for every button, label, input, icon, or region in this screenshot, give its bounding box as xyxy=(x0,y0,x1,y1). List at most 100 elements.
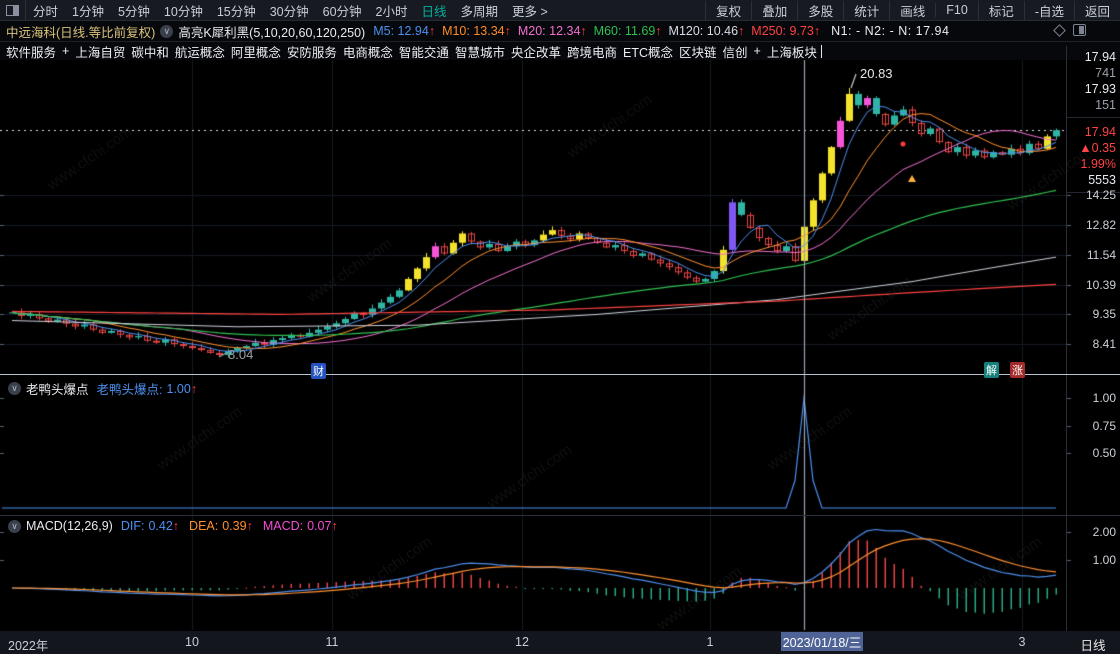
signal-value-label: 老鸭头爆点: xyxy=(96,383,163,397)
layout-icon[interactable] xyxy=(0,0,26,21)
price-change: ▲0.35 xyxy=(1079,141,1116,155)
macd-axis-label: 2.00 xyxy=(1092,525,1116,539)
quote-value: 741 xyxy=(1095,66,1116,80)
concept-plus: + xyxy=(753,44,761,58)
up-arrow-icon: ↑ xyxy=(331,519,338,533)
concept-bar: 软件服务 + 上海自贸 碳中和 航运概念 阿里概念 安防服务 电商概念 智能交通 智慧城市 央企改革… xyxy=(0,42,1120,60)
text-caret xyxy=(820,44,822,58)
period-tab-2小时[interactable]: 2小时 xyxy=(369,1,415,20)
toolbar-button-复权[interactable]: 复权 xyxy=(705,0,751,20)
concept-link-软件服务[interactable]: 软件服务 xyxy=(6,42,56,61)
collapse-icon[interactable]: ∨ xyxy=(8,382,21,395)
toolbar-buttons: 复权 叠加 多股 统计 画线 F10 标记 -自选 返回 xyxy=(705,0,1120,21)
quote-separator xyxy=(1067,117,1120,118)
signal-panel-divider[interactable] xyxy=(0,515,1120,516)
ma-readout-M20: M20: 12.34↑ xyxy=(517,24,587,38)
toolbar-button--自选[interactable]: -自选 xyxy=(1023,0,1074,20)
time-axis-label: 3 xyxy=(1018,635,1026,649)
time-axis-label: 2022年 xyxy=(8,639,49,653)
price-axis-label: 9.35 xyxy=(1092,307,1116,322)
period-tabs: 分时 1分钟 5分钟 10分钟 15分钟 30分钟 60分钟 2小时 日线 多周期 更多 > xyxy=(26,1,555,20)
concept-link-智慧城市[interactable]: 智慧城市 xyxy=(455,42,505,61)
concept-plus: + xyxy=(62,44,70,58)
ma-values: M5: 12.94↑ M10: 13.34↑ M20: 12.34↑ M60: 11.… xyxy=(373,24,827,38)
toolbar-button-叠加[interactable]: 叠加 xyxy=(751,0,797,20)
event-badge-财[interactable]: 财 xyxy=(311,363,326,379)
toolbar-button-多股[interactable]: 多股 xyxy=(797,0,843,20)
signal-axis-label: 0.50 xyxy=(1092,446,1116,460)
time-axis-label: 1 xyxy=(706,635,714,649)
period-tab-30分钟[interactable]: 30分钟 xyxy=(263,1,316,20)
indicator-title[interactable]: 高亮K犀利黑(5,10,20,60,120,250) xyxy=(178,22,365,41)
toolbar-button-统计[interactable]: 统计 xyxy=(843,0,889,20)
time-axis: 2023/01/18/三 日线 2022年 10 11 12 1 3 xyxy=(0,631,1120,654)
ma-readout-M120: M120: 10.46↑ xyxy=(668,24,745,38)
period-label: 日线 xyxy=(1080,639,1106,653)
diamond-icon[interactable] xyxy=(1053,23,1066,37)
time-axis-label: 10 xyxy=(185,635,199,649)
concept-link-上海板块[interactable]: 上海板块 xyxy=(767,42,817,61)
split-view-icon[interactable] xyxy=(1073,24,1086,36)
up-arrow-icon: ↑ xyxy=(580,24,587,38)
period-tab-日线[interactable]: 日线 xyxy=(415,1,454,20)
concept-link-智能交通[interactable]: 智能交通 xyxy=(399,42,449,61)
up-arrow-icon: ↑ xyxy=(655,24,662,38)
concept-link-上海自贸[interactable]: 上海自贸 xyxy=(75,42,125,61)
period-tab-5分钟[interactable]: 5分钟 xyxy=(111,1,157,20)
toolbar-button-画线[interactable]: 画线 xyxy=(889,0,935,20)
chevron-down-icon[interactable]: ∨ xyxy=(160,24,174,38)
period-tab-更多 >[interactable]: 更多 > xyxy=(505,1,555,20)
toolbar-button-F10[interactable]: F10 xyxy=(935,3,978,17)
quote-value: 151 xyxy=(1095,98,1116,112)
price-axis-label: 10.39 xyxy=(1085,277,1116,292)
ma-readout-M60: M60: 11.69↑ xyxy=(593,24,662,38)
up-arrow-icon: ↑ xyxy=(504,24,511,38)
quote-value: 17.94 xyxy=(1084,50,1116,64)
concept-link-信创[interactable]: 信创 xyxy=(723,42,748,61)
concept-link-航运概念[interactable]: 航运概念 xyxy=(175,42,225,61)
main-panel-divider[interactable] xyxy=(0,374,1120,375)
price-annotation: 20.83 xyxy=(860,66,893,81)
signal-axis-label: 0.75 xyxy=(1092,418,1116,433)
period-tab-分时[interactable]: 分时 xyxy=(26,1,65,20)
period-tab-15分钟[interactable]: 15分钟 xyxy=(210,1,263,20)
toolbar-button-标记[interactable]: 标记 xyxy=(977,0,1024,20)
signal-panel-header: ∨ 老鸭头爆点 老鸭头爆点: 1.00 ↑ xyxy=(8,379,197,398)
up-arrow-icon: ↑ xyxy=(246,519,253,533)
event-badge-涨[interactable]: 涨 xyxy=(1010,362,1025,378)
chart-canvas[interactable] xyxy=(0,0,1120,654)
up-arrow-icon: ↑ xyxy=(428,24,436,38)
dea-label: DEA: xyxy=(189,519,219,533)
stock-title[interactable]: 中远海科(日线.等比前复权) xyxy=(6,22,155,41)
signal-title[interactable]: 老鸭头爆点 xyxy=(26,379,89,398)
concept-link-电商概念[interactable]: 电商概念 xyxy=(343,42,393,61)
up-arrow-icon: ↑ xyxy=(172,519,180,533)
collapse-icon[interactable]: ∨ xyxy=(8,519,21,533)
up-arrow-icon: ↑ xyxy=(738,24,745,38)
period-tab-10分钟[interactable]: 10分钟 xyxy=(157,1,210,20)
period-tab-多周期[interactable]: 多周期 xyxy=(454,1,506,20)
concept-link-碳中和[interactable]: 碳中和 xyxy=(131,42,169,61)
period-tab-60分钟[interactable]: 60分钟 xyxy=(316,1,369,20)
crosshair-date-box[interactable]: 2023/01/18/三 xyxy=(781,632,863,651)
quote-value: 17.93 xyxy=(1084,82,1116,96)
signal-value: 1.00 xyxy=(166,381,191,396)
concept-link-ETC概念[interactable]: ETC概念 xyxy=(623,42,673,61)
event-badge-解[interactable]: 解 xyxy=(984,362,999,378)
current-price: 17.94 xyxy=(1084,125,1116,139)
toolbar: 分时 1分钟 5分钟 10分钟 15分钟 30分钟 60分钟 2小时 日线 多周期 更多 > 复权叠… xyxy=(0,0,1120,21)
ma-readout-M5: M5: 12.94↑ xyxy=(373,24,436,38)
concept-link-安防服务[interactable]: 安防服务 xyxy=(287,42,337,61)
concept-link-阿里概念[interactable]: 阿里概念 xyxy=(231,42,281,61)
concept-link-央企改革[interactable]: 央企改革 xyxy=(511,42,561,61)
concept-link-区块链[interactable]: 区块链 xyxy=(679,42,717,61)
toolbar-button-返回[interactable]: 返回 xyxy=(1073,0,1120,20)
period-tab-1分钟[interactable]: 1分钟 xyxy=(65,1,111,20)
price-axis-label: 12.82 xyxy=(1085,218,1116,233)
macd-title[interactable]: MACD(12,26,9) xyxy=(26,519,113,533)
macd-value: 0.07 xyxy=(307,519,332,533)
concept-link-跨境电商[interactable]: 跨境电商 xyxy=(567,42,617,61)
price-axis-label: 8.41 xyxy=(1092,337,1116,352)
app-window: 分时 1分钟 5分钟 10分钟 15分钟 30分钟 60分钟 2小时 日线 多周期 更多 > 复权叠… xyxy=(0,0,1120,654)
time-axis-label: 11 xyxy=(325,635,339,649)
